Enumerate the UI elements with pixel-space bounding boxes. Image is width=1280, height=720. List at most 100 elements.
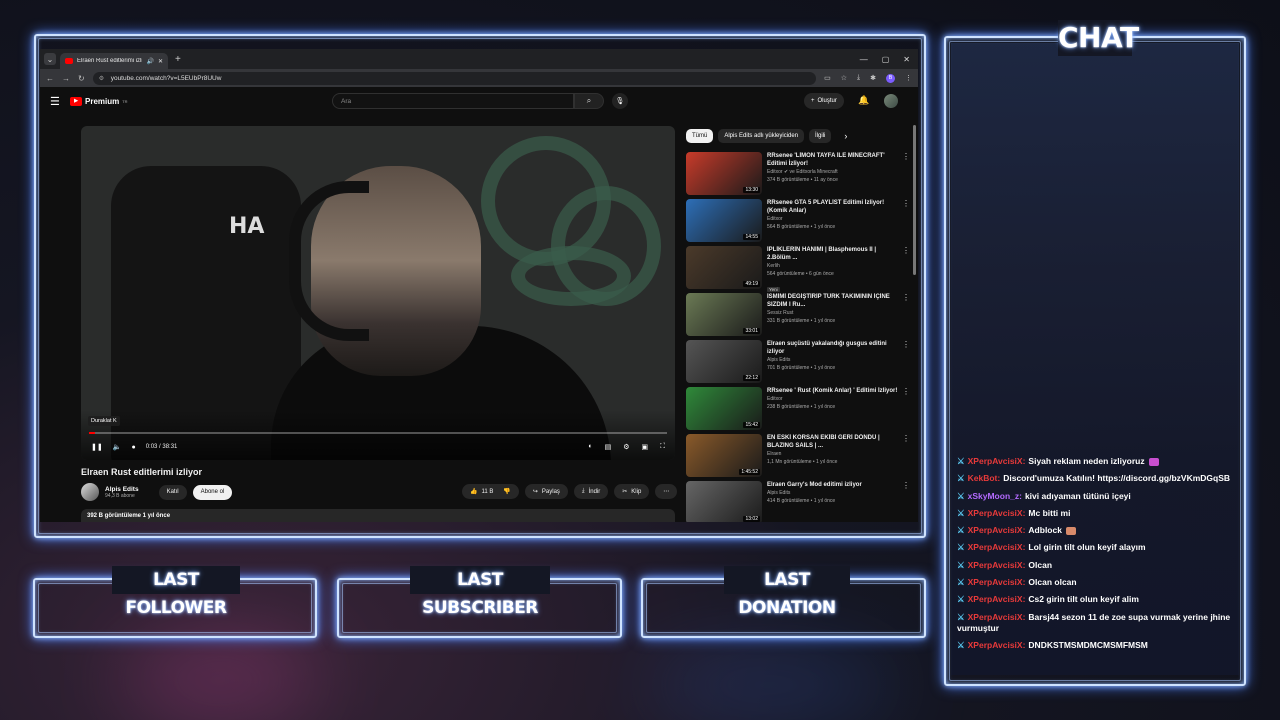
extensions-icon[interactable]: ✱: [870, 74, 876, 82]
recommendation-title[interactable]: Elraen suçüstü yakalandığı gusgus editin…: [767, 340, 900, 356]
share-button[interactable]: ↪ Paylaş: [524, 484, 568, 499]
recommendation-channel[interactable]: Elraen: [767, 450, 900, 458]
video-thumbnail[interactable]: 13:30: [686, 152, 762, 195]
download-button[interactable]: ⤓ İndir: [573, 484, 609, 499]
recommendation-item[interactable]: 15:42 RRsenee ' Rust (Komik Anlar) ' Edit…: [686, 387, 912, 434]
recommendation-title[interactable]: İSMİMİ DEĞİŞTİRİP TÜRK TAKIMININ İÇİNE S…: [767, 293, 900, 309]
chip-related[interactable]: İlgili: [809, 129, 832, 143]
fullscreen-icon[interactable]: ⛶: [660, 443, 665, 451]
new-tab-icon[interactable]: +: [175, 54, 181, 65]
back-icon[interactable]: ←: [46, 74, 54, 83]
subtitles-icon[interactable]: ▤: [605, 443, 612, 451]
more-options-icon[interactable]: ⋮: [902, 340, 910, 349]
recommendation-title[interactable]: RRsenee 'LİMON TAYFA İLE MİNECRAFT' Edit…: [767, 152, 900, 168]
cast-icon[interactable]: ▭: [824, 74, 831, 82]
autoplay-toggle-icon[interactable]: ◐: [588, 443, 592, 451]
recommendation-title[interactable]: EN ESKİ KORSAN EKİBİ GERİ DÖNDÜ | BLAZIN…: [767, 434, 900, 450]
video-thumbnail[interactable]: 13:02: [686, 481, 762, 522]
chat-username[interactable]: XPerpAvcisiX:: [968, 594, 1026, 604]
download-icon[interactable]: ⤓: [857, 74, 860, 82]
recommendation-title[interactable]: RRsenee ' Rust (Komik Anlar) ' Editimi İ…: [767, 387, 900, 395]
speaker-icon[interactable]: 🔊: [146, 58, 153, 65]
notifications-bell-icon[interactable]: 🔔: [858, 95, 869, 106]
chevron-right-icon[interactable]: ›: [844, 131, 847, 141]
recommendation-channel[interactable]: Editxor: [767, 215, 900, 223]
progress-bar[interactable]: [89, 432, 667, 434]
minimize-icon[interactable]: —: [860, 55, 868, 64]
recommendation-channel[interactable]: Sessiz Rust: [767, 309, 900, 317]
recommendation-channel[interactable]: Alpis Edits: [767, 489, 900, 497]
video-thumbnail[interactable]: 49:19: [686, 246, 762, 289]
recommendation-channel[interactable]: Kerlih: [767, 262, 900, 270]
chip-uploader[interactable]: Alpis Edits adlı yükleyiciden: [718, 129, 805, 143]
reload-icon[interactable]: ↻: [78, 74, 85, 83]
recommendation-item[interactable]: 13:30 RRsenee 'LİMON TAYFA İLE MİNECRAFT'…: [686, 152, 912, 199]
recommendation-item[interactable]: 13:02 Elraen Garry's Mod editimi izliyor A…: [686, 481, 912, 522]
tab-search-button[interactable]: ⌄: [44, 53, 56, 65]
recommendation-item[interactable]: 33:01 İSMİMİ DEĞİŞTİRİP TÜRK TAKIMININ İÇ…: [686, 293, 912, 340]
recommendation-title[interactable]: Elraen Garry's Mod editimi izliyor: [767, 481, 900, 489]
chat-username[interactable]: XPerpAvcisiX:: [968, 577, 1026, 587]
search-input[interactable]: Ara: [332, 93, 574, 109]
maximize-icon[interactable]: ▢: [882, 55, 890, 64]
recommendation-item[interactable]: 1:45:52 EN ESKİ KORSAN EKİBİ GERİ DÖNDÜ |…: [686, 434, 912, 481]
more-actions-button[interactable]: ⋯: [655, 484, 678, 499]
channel-name[interactable]: Alpis Edits: [105, 486, 139, 493]
miniplayer-icon[interactable]: ▣: [641, 443, 648, 451]
url-field[interactable]: youtube.com/watch?v=L5EUbPr8UUw: [92, 71, 817, 85]
video-thumbnail[interactable]: 1:45:52: [686, 434, 762, 477]
more-options-icon[interactable]: ⋮: [902, 387, 910, 396]
recommendation-item[interactable]: 49:19 İPLİKLERİN HANIMI | Blasphemous II …: [686, 246, 912, 293]
recommendation-channel[interactable]: Alpis Edits: [767, 356, 900, 364]
chat-username[interactable]: XPerpAvcisiX:: [968, 508, 1026, 518]
close-window-icon[interactable]: ✕: [903, 55, 910, 64]
recommendation-item[interactable]: 22:12 Elraen suçüstü yakalandığı gusgus e…: [686, 340, 912, 387]
bookmark-star-icon[interactable]: ☆: [841, 74, 847, 82]
recommendation-title[interactable]: RRsenee GTA 5 PLAYLİST Editimi İzliyor! …: [767, 199, 900, 215]
description-box[interactable]: 392 B görüntüleme 1 yıl önce: [81, 509, 675, 522]
more-options-icon[interactable]: ⋮: [902, 481, 910, 490]
more-options-icon[interactable]: ⋮: [902, 199, 910, 208]
subscribe-button[interactable]: Abone ol: [192, 484, 233, 500]
youtube-logo[interactable]: ▶ Premium TR: [70, 96, 128, 106]
recommendation-channel[interactable]: Editxor: [767, 395, 900, 403]
video-thumbnail[interactable]: 14:55: [686, 199, 762, 242]
video-thumbnail[interactable]: 33:01: [686, 293, 762, 336]
channel-avatar[interactable]: [81, 483, 99, 501]
dislike-icon[interactable]: 👎: [503, 488, 510, 495]
chip-all[interactable]: Tümü: [686, 129, 714, 143]
clip-button[interactable]: ✂ Klip: [614, 484, 650, 499]
chat-username[interactable]: XPerpAvcisiX:: [968, 525, 1026, 535]
chat-username[interactable]: XPerpAvcisiX:: [968, 640, 1026, 650]
more-options-icon[interactable]: ⋮: [902, 434, 910, 443]
chat-username[interactable]: xSkyMoon_z:: [968, 491, 1022, 501]
page-scrollbar[interactable]: [913, 125, 916, 275]
chat-username[interactable]: XPerpAvcisiX:: [968, 560, 1026, 570]
pause-icon[interactable]: ❚❚: [91, 443, 103, 451]
chat-username[interactable]: KekBot:: [968, 473, 1001, 483]
more-options-icon[interactable]: ⋮: [902, 246, 910, 255]
profile-avatar[interactable]: B: [886, 73, 895, 83]
user-avatar[interactable]: [884, 94, 898, 108]
more-options-icon[interactable]: ⋮: [902, 152, 910, 161]
microphone-icon[interactable]: 🎙: [612, 93, 628, 109]
search-icon[interactable]: ⌕: [574, 93, 604, 109]
recommendation-title[interactable]: İPLİKLERİN HANIMI | Blasphemous II | 2.B…: [767, 246, 900, 262]
chat-username[interactable]: XPerpAvcisiX:: [968, 542, 1026, 552]
browser-tab[interactable]: Elraen Rust editlerimi izliyo 🔊 ✕: [60, 53, 168, 69]
chat-username[interactable]: XPerpAvcisiX:: [968, 612, 1026, 622]
create-button[interactable]: + Oluştur: [804, 93, 844, 109]
more-options-icon[interactable]: ⋮: [902, 293, 910, 302]
join-button[interactable]: Katıl: [158, 484, 187, 500]
settings-gear-icon[interactable]: ⚙: [623, 443, 629, 451]
volume-icon[interactable]: 🔈: [113, 443, 122, 451]
hamburger-menu-icon[interactable]: ☰: [50, 95, 70, 108]
video-player[interactable]: HA Duraklat K ❚❚ 🔈 ● 0:03 / 38:31 ◐ ▤ ⚙ …: [81, 126, 675, 460]
like-button[interactable]: 👍 11 B 👎: [462, 484, 519, 499]
close-tab-icon[interactable]: ✕: [158, 58, 163, 65]
video-thumbnail[interactable]: 22:12: [686, 340, 762, 383]
recommendation-item[interactable]: 14:55 RRsenee GTA 5 PLAYLİST Editimi İzli…: [686, 199, 912, 246]
video-thumbnail[interactable]: 15:42: [686, 387, 762, 430]
recommendation-channel[interactable]: Editxor ✔ ve Editxorla Minecraft: [767, 168, 900, 176]
forward-icon[interactable]: →: [62, 74, 70, 83]
